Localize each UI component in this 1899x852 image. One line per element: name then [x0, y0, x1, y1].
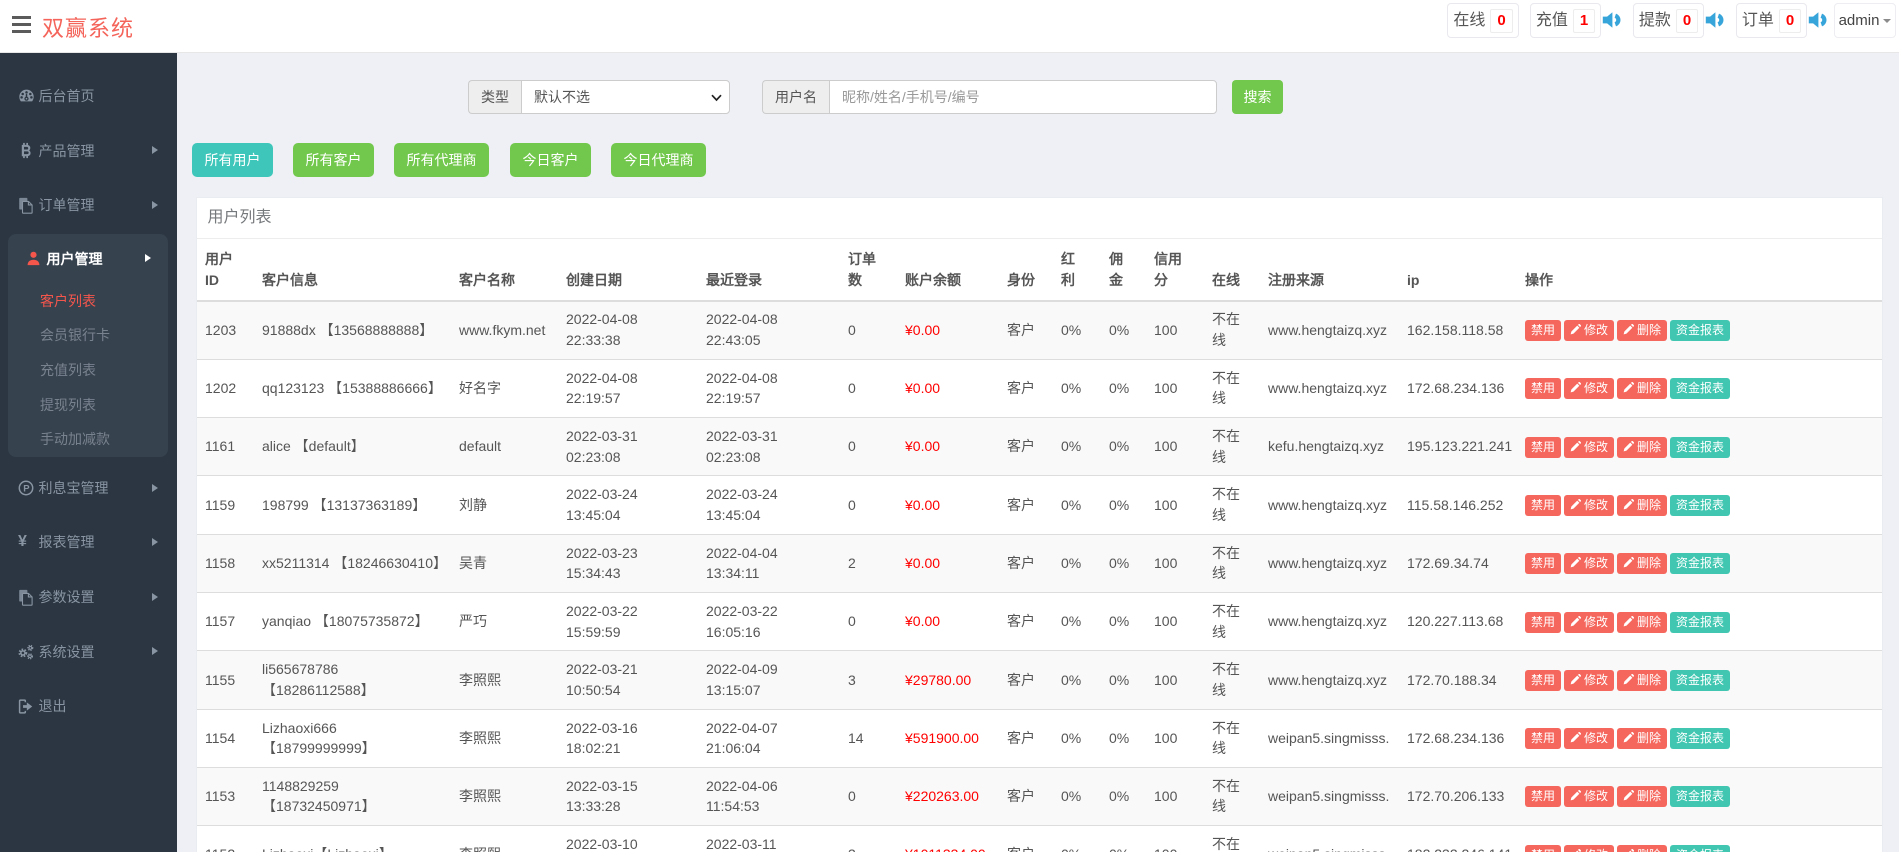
svg-text:P: P	[23, 484, 30, 495]
